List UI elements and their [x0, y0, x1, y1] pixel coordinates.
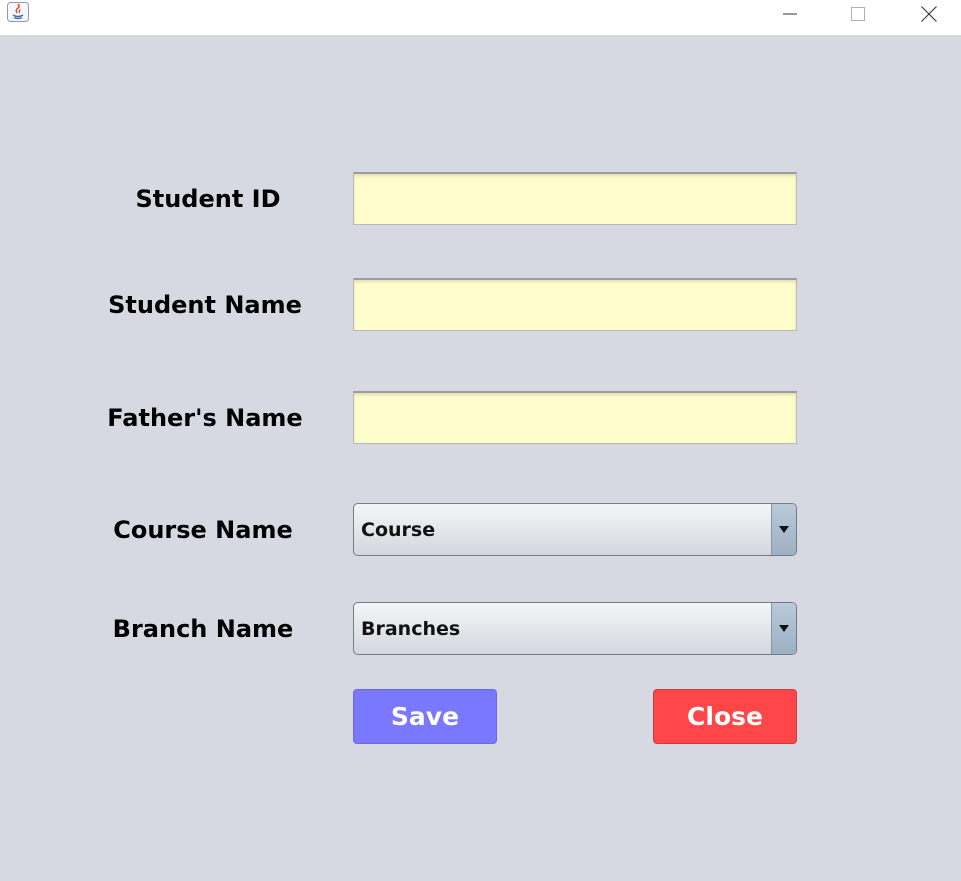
course-select-value: Course	[361, 519, 436, 541]
student-name-field[interactable]	[353, 278, 797, 331]
student-id-field[interactable]	[353, 172, 797, 225]
java-icon	[7, 2, 29, 22]
father-name-label: Father's Name	[107, 404, 303, 432]
branch-select[interactable]: Branches	[353, 602, 797, 655]
branch-dropdown-button[interactable]	[771, 603, 796, 654]
save-button[interactable]: Save	[353, 689, 497, 744]
branch-name-label: Branch Name	[112, 615, 294, 643]
chevron-down-icon	[779, 625, 789, 632]
course-name-label: Course Name	[113, 516, 293, 544]
maximize-button[interactable]	[835, 0, 881, 28]
minimize-icon	[783, 13, 797, 15]
student-name-label: Student Name	[108, 291, 302, 319]
title-bar	[0, 0, 961, 35]
course-select[interactable]: Course	[353, 503, 797, 556]
branch-select-value: Branches	[361, 618, 461, 640]
close-icon	[921, 6, 937, 22]
close-window-button[interactable]	[906, 0, 952, 28]
close-button[interactable]: Close	[653, 689, 797, 744]
chevron-down-icon	[779, 526, 789, 533]
father-name-field[interactable]	[353, 391, 797, 444]
student-id-label: Student ID	[135, 185, 281, 213]
maximize-icon	[851, 7, 865, 21]
course-dropdown-button[interactable]	[771, 504, 796, 555]
minimize-button[interactable]	[767, 0, 813, 28]
